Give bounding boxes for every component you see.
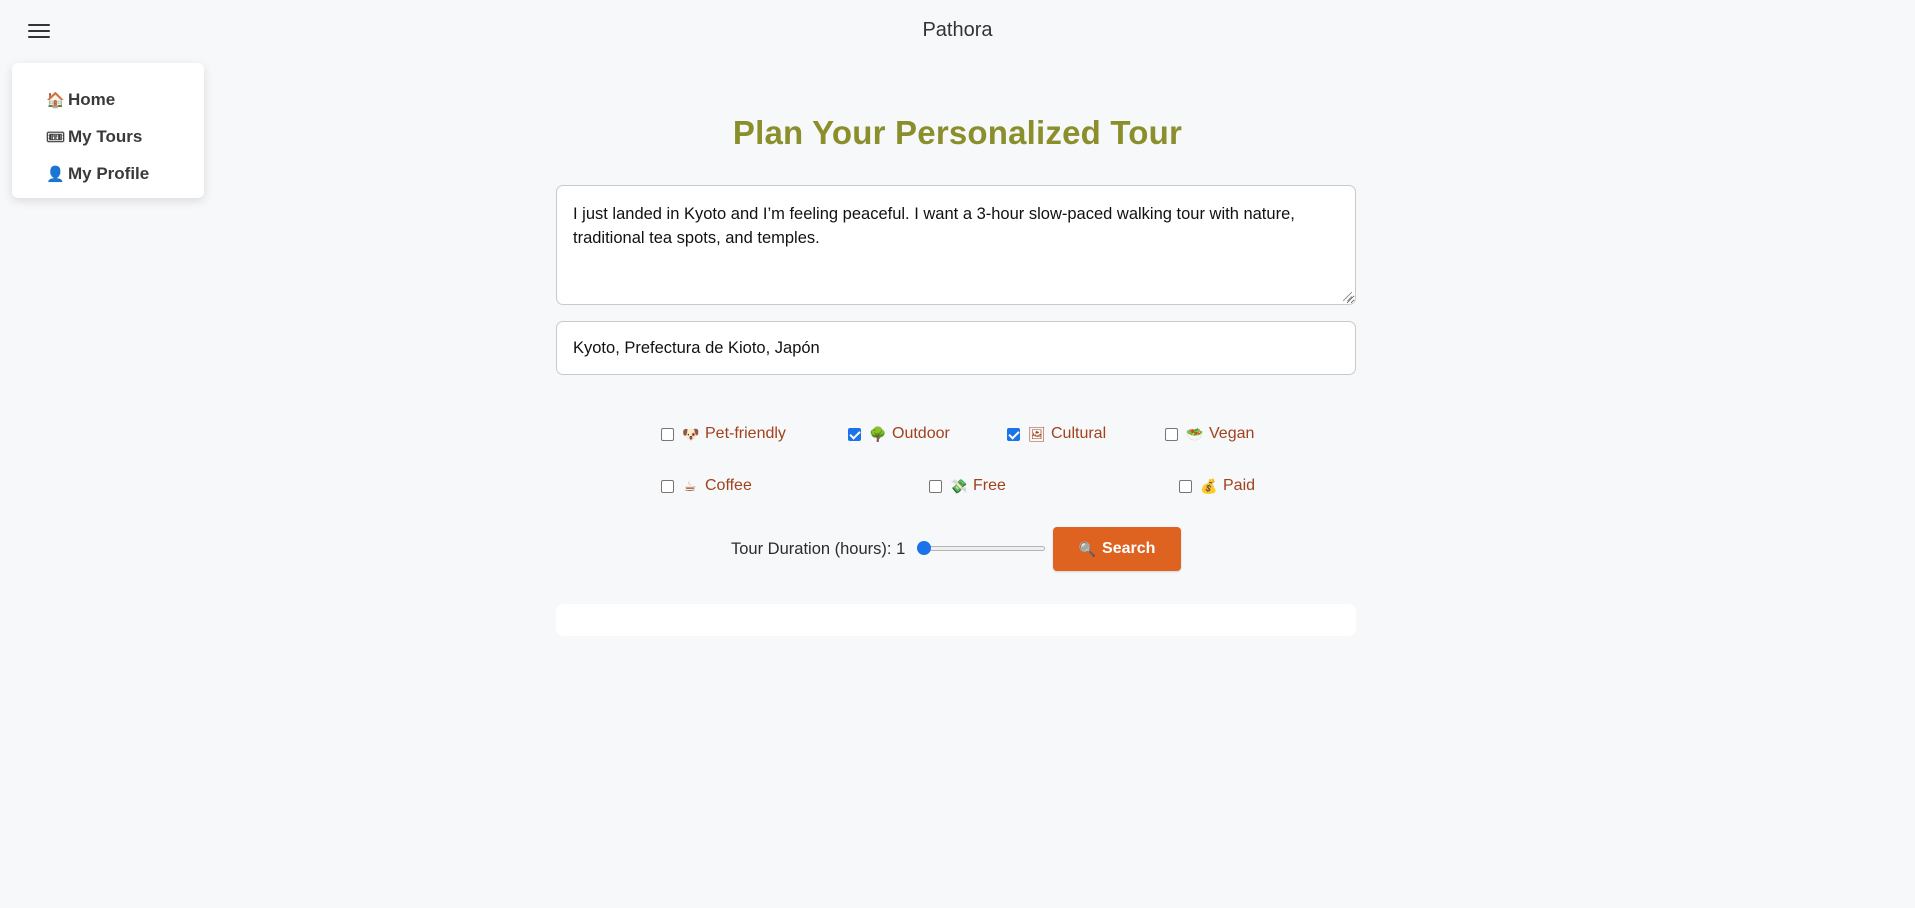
menu-item-label: My Profile bbox=[68, 163, 150, 183]
filter-coffee[interactable]: ☕ Coffee bbox=[661, 477, 752, 495]
tour-duration-label: Tour Duration (hours): 1 bbox=[731, 540, 906, 558]
slider-thumb[interactable] bbox=[917, 541, 931, 555]
tree-icon: 🌳 bbox=[869, 425, 887, 442]
filter-label: Paid bbox=[1223, 477, 1256, 494]
vegan-checkbox[interactable] bbox=[1165, 427, 1178, 441]
search-button-label: Search bbox=[1102, 540, 1156, 557]
outdoor-checkbox[interactable] bbox=[848, 427, 861, 441]
location-value: Kyoto, Prefectura de Kioto, Japón bbox=[573, 338, 820, 357]
house-icon: 🏠 bbox=[46, 91, 65, 109]
dog-icon: 🐶 bbox=[682, 425, 700, 442]
slider-track bbox=[918, 546, 1045, 551]
menu-item-label: Home bbox=[68, 89, 116, 109]
search-button[interactable]: 🔍 Search bbox=[1053, 527, 1181, 571]
menu-item-my-profile[interactable]: 👤 My Profile bbox=[12, 155, 204, 192]
filter-label: Free bbox=[973, 477, 1006, 494]
filter-paid[interactable]: 💰 Paid bbox=[1179, 477, 1255, 495]
magnifier-icon: 🔍 bbox=[1078, 540, 1097, 557]
menu-item-home[interactable]: 🏠 Home bbox=[12, 81, 204, 118]
coffee-icon: ☕ bbox=[683, 477, 697, 494]
picture-icon: 🖼 bbox=[1028, 425, 1046, 442]
salad-icon: 🥗 bbox=[1186, 425, 1204, 442]
top-bar: Pathora bbox=[0, 0, 1915, 62]
page-title: Plan Your Personalized Tour bbox=[732, 114, 1183, 151]
results-panel bbox=[556, 604, 1356, 636]
location-input[interactable]: Kyoto, Prefectura de Kioto, Japón bbox=[556, 321, 1356, 375]
filter-vegan[interactable]: 🥗 Vegan bbox=[1165, 425, 1254, 443]
money-icon: 💸 bbox=[950, 477, 968, 494]
pet-friendly-checkbox[interactable] bbox=[661, 427, 674, 441]
filter-cultural[interactable]: 🖼 Cultural bbox=[1007, 425, 1106, 443]
filter-label: Cultural bbox=[1051, 425, 1107, 442]
user-icon: 👤 bbox=[46, 165, 65, 183]
tour-duration-slider[interactable] bbox=[917, 541, 1045, 555]
filter-label: Outdoor bbox=[892, 425, 950, 442]
filter-outdoor[interactable]: 🌳 Outdoor bbox=[848, 425, 950, 443]
filter-label: Pet-friendly bbox=[705, 425, 786, 442]
filter-label: Coffee bbox=[705, 477, 752, 494]
free-checkbox[interactable] bbox=[929, 479, 942, 493]
money-bag-icon: 💰 bbox=[1200, 477, 1218, 494]
app-title: Pathora bbox=[922, 19, 993, 41]
cultural-checkbox[interactable] bbox=[1007, 427, 1020, 441]
paid-checkbox[interactable] bbox=[1179, 479, 1192, 493]
tour-prompt-text: I just landed in Kyoto and I’m feeling p… bbox=[573, 205, 1295, 247]
tour-prompt-textarea[interactable]: I just landed in Kyoto and I’m feeling p… bbox=[556, 185, 1356, 305]
filter-free[interactable]: 💸 Free bbox=[929, 477, 1006, 495]
filter-pet-friendly[interactable]: 🐶 Pet-friendly bbox=[661, 425, 786, 443]
resize-handle-icon[interactable] bbox=[1343, 292, 1352, 301]
filter-label: Vegan bbox=[1209, 425, 1255, 442]
coffee-checkbox[interactable] bbox=[661, 479, 674, 493]
